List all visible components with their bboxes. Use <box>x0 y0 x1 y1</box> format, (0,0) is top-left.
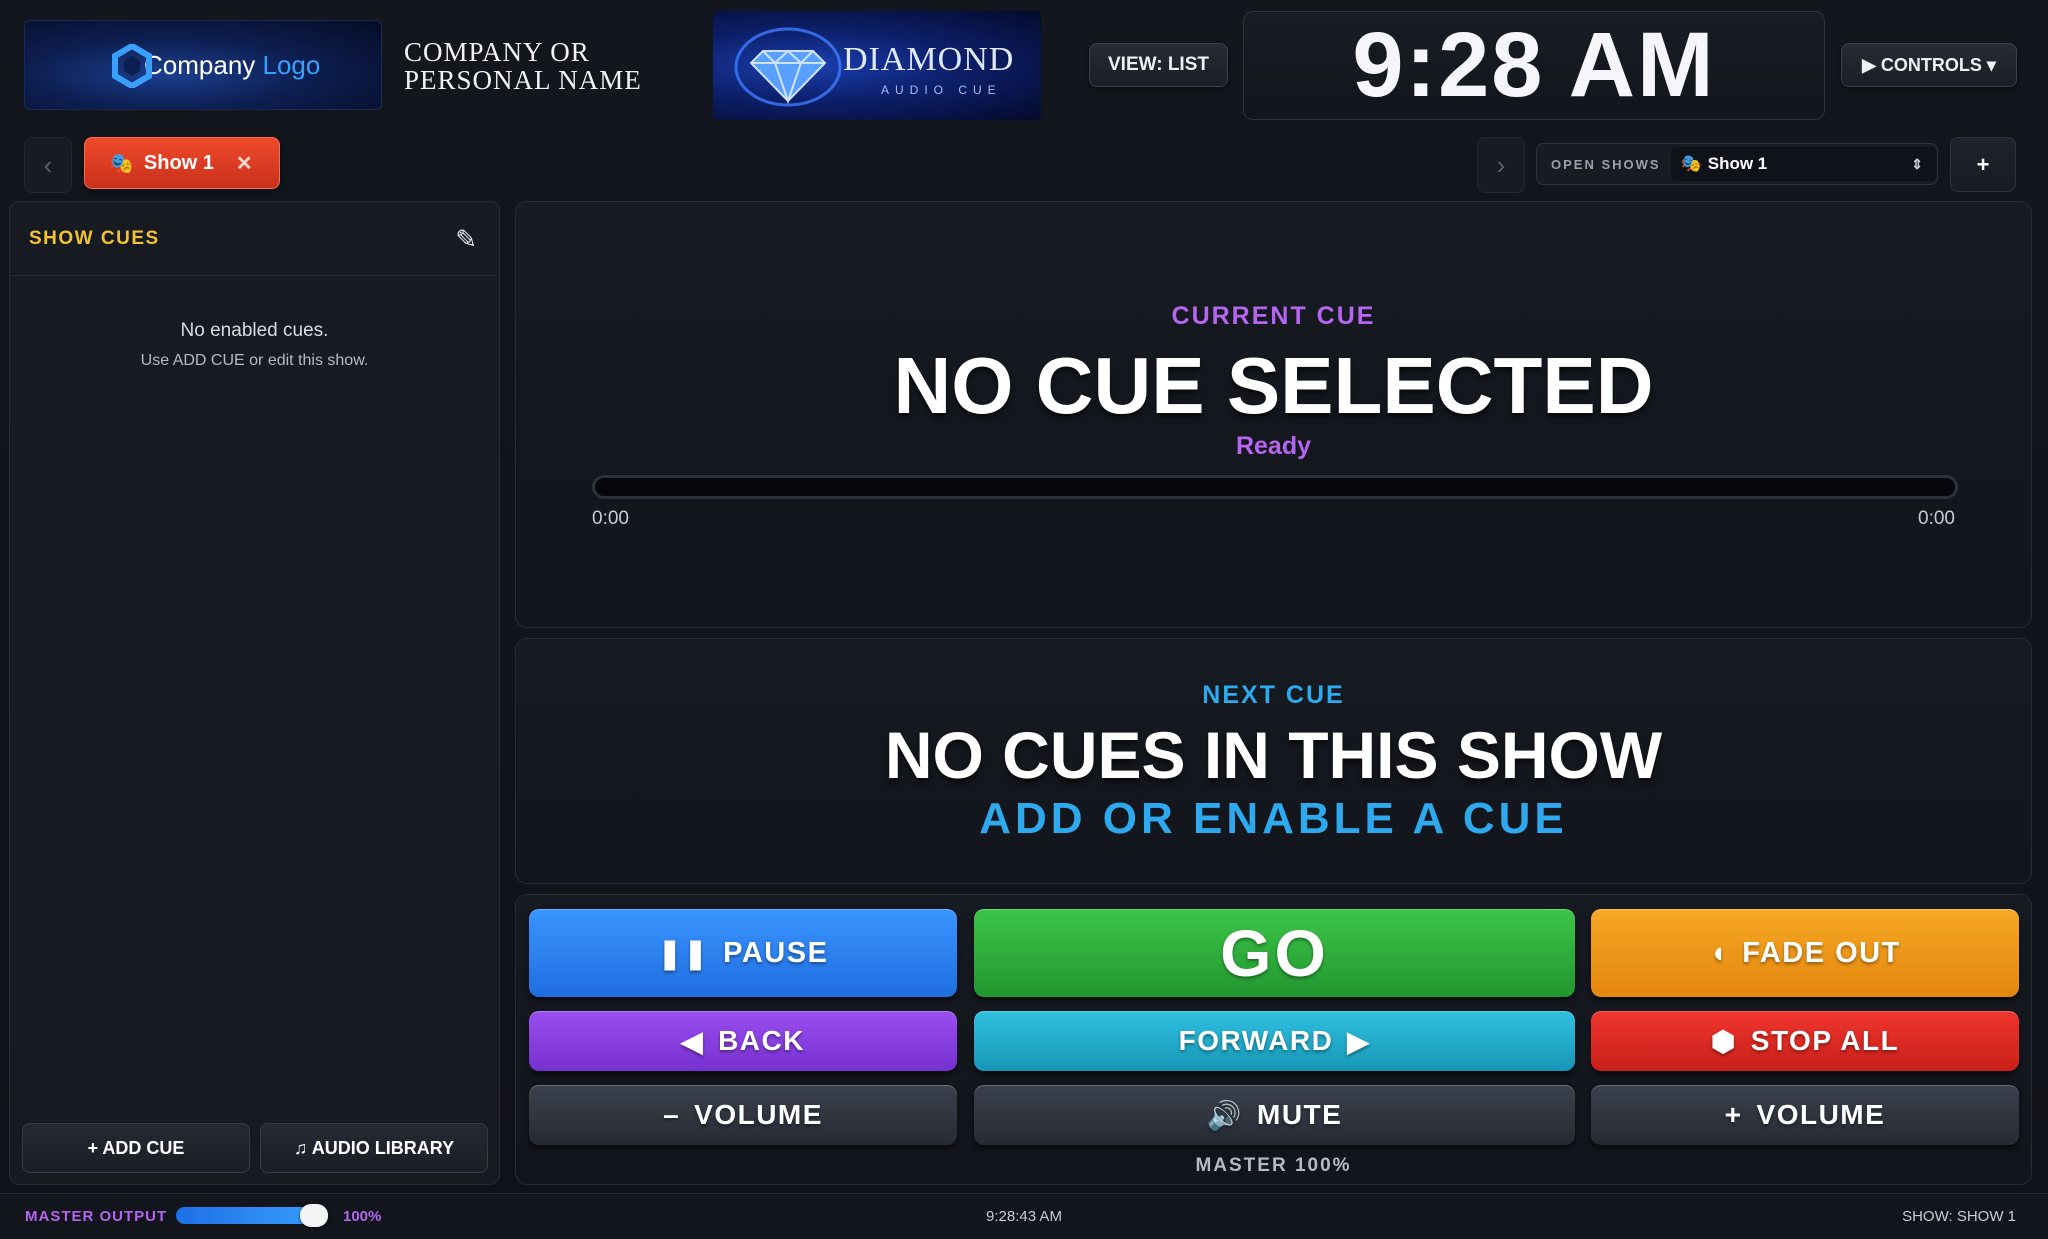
current-cue-title: NO CUE SELECTED <box>893 341 1654 430</box>
current-cue-label: CURRENT CUE <box>1171 302 1376 330</box>
controls-button[interactable]: ▶ CONTROLS ▾ <box>1841 43 2017 87</box>
go-button[interactable]: GO <box>974 909 1575 997</box>
add-cue-button[interactable]: + ADD CUE <box>22 1123 250 1173</box>
open-shows-label: OPEN SHOWS <box>1551 156 1661 172</box>
open-shows-value: Show 1 <box>1707 154 1768 173</box>
volume-down-label: VOLUME <box>694 1099 823 1130</box>
stop-all-button[interactable]: ⬢ STOP ALL <box>1591 1011 2019 1071</box>
close-icon[interactable]: ✕ <box>236 151 253 176</box>
pause-button[interactable]: ❚❚ PAUSE <box>529 909 957 997</box>
next-cue-hint: ADD OR ENABLE A CUE <box>979 794 1568 843</box>
next-cue-title: NO CUES IN THIS SHOW <box>884 718 1663 792</box>
volume-up-label: VOLUME <box>1756 1099 1886 1130</box>
fade-out-button[interactable]: ◖ FADE OUT <box>1591 909 2019 997</box>
forward-label: FORWARD <box>1178 1025 1334 1056</box>
theater-masks-icon: 🎭 <box>1680 154 1702 173</box>
chevron-left-icon[interactable]: ‹ <box>24 137 72 193</box>
forward-button[interactable]: FORWARD ▶ <box>974 1011 1575 1071</box>
show-cues-sidebar: SHOW CUES ✎ No enabled cues. Use ADD CUE… <box>9 201 500 1185</box>
brand-logo: DIAMOND AUDIO CUE <box>713 11 1041 120</box>
mute-label: MUTE <box>1257 1099 1343 1130</box>
volume-down-button[interactable]: – VOLUME <box>529 1085 957 1145</box>
minus-icon: – <box>663 1099 681 1130</box>
stop-all-label: STOP ALL <box>1750 1025 1900 1056</box>
empty-cues-message: No enabled cues. <box>180 320 329 341</box>
sidebar-header: SHOW CUES <box>10 202 499 276</box>
app-window: Company Logo COMPANY OR PERSONAL NAME DI… <box>0 0 2048 1239</box>
elapsed-time: 0:00 <box>592 508 629 529</box>
company-name: COMPANY OR PERSONAL NAME <box>404 37 642 95</box>
mute-button[interactable]: 🔊 MUTE <box>974 1085 1575 1145</box>
go-label: GO <box>1220 916 1329 990</box>
status-bar: MASTER OUTPUT 100% 9:28:43 AM SHOW: SHOW… <box>0 1193 2048 1239</box>
pause-label: PAUSE <box>723 936 829 969</box>
triangle-right-icon: ▶ <box>1347 1025 1371 1057</box>
half-circle-icon: ◖ <box>1709 936 1729 969</box>
next-cue-label: NEXT CUE <box>1202 681 1345 709</box>
plus-icon: + <box>1724 1099 1743 1130</box>
chevron-right-icon[interactable]: › <box>1477 137 1525 193</box>
updown-chevron-icon: ⇕ <box>1911 155 1923 172</box>
cue-progress-bar[interactable] <box>592 475 1958 499</box>
status-show: SHOW: SHOW 1 <box>1902 1208 2016 1225</box>
tab-show-1[interactable]: 🎭 Show 1 ✕ <box>84 137 280 189</box>
hexagon-stop-icon: ⬢ <box>1710 1025 1737 1057</box>
open-shows-selector: OPEN SHOWS 🎭 Show 1 ⇕ <box>1536 143 1938 185</box>
view-list-button[interactable]: VIEW: LIST <box>1089 43 1228 87</box>
open-shows-select[interactable]: 🎭 Show 1 ⇕ <box>1670 147 1937 181</box>
status-time: 9:28:43 AM <box>986 1208 1062 1225</box>
diamond-icon <box>734 27 842 107</box>
volume-up-button[interactable]: + VOLUME <box>1591 1085 2019 1145</box>
company-logo: Company Logo <box>24 20 382 110</box>
logo-text: Company Logo <box>144 49 321 80</box>
speaker-icon: 🔊 <box>1206 1099 1244 1131</box>
brand-subtitle: AUDIO CUE <box>881 83 1002 97</box>
add-show-button[interactable]: + <box>1950 137 2016 192</box>
current-cue-status: Ready <box>1235 432 1312 460</box>
next-cue-panel: NEXT CUE NO CUES IN THIS SHOW ADD OR ENA… <box>515 638 2032 884</box>
theater-masks-icon: 🎭 <box>109 152 134 175</box>
audio-library-button[interactable]: ♫ AUDIO LIBRARY <box>260 1123 488 1173</box>
fade-out-label: FADE OUT <box>1742 936 1901 969</box>
pencil-icon[interactable]: ✎ <box>455 224 477 255</box>
triangle-left-icon: ◀ <box>681 1025 705 1057</box>
tab-label: Show 1 <box>143 151 214 174</box>
transport-panel: ❚❚ PAUSE GO ◖ FADE OUT ◀ BACK FORWARD ▶ … <box>515 894 2032 1185</box>
pause-icon: ❚❚ <box>657 937 710 970</box>
current-cue-panel: CURRENT CUE NO CUE SELECTED Ready 0:00 0… <box>515 201 2032 628</box>
brand-title: DIAMOND <box>843 41 1015 78</box>
clock-display: 9:28 AM <box>1243 11 1825 120</box>
master-level-readout: MASTER 100% <box>1195 1155 1352 1176</box>
empty-cues-hint: Use ADD CUE or edit this show. <box>140 352 369 369</box>
duration-time: 0:00 <box>1918 508 1955 529</box>
back-label: BACK <box>718 1025 805 1056</box>
hexagon-logo-icon <box>112 44 152 88</box>
sidebar-title: SHOW CUES <box>29 227 160 249</box>
back-button[interactable]: ◀ BACK <box>529 1011 957 1071</box>
